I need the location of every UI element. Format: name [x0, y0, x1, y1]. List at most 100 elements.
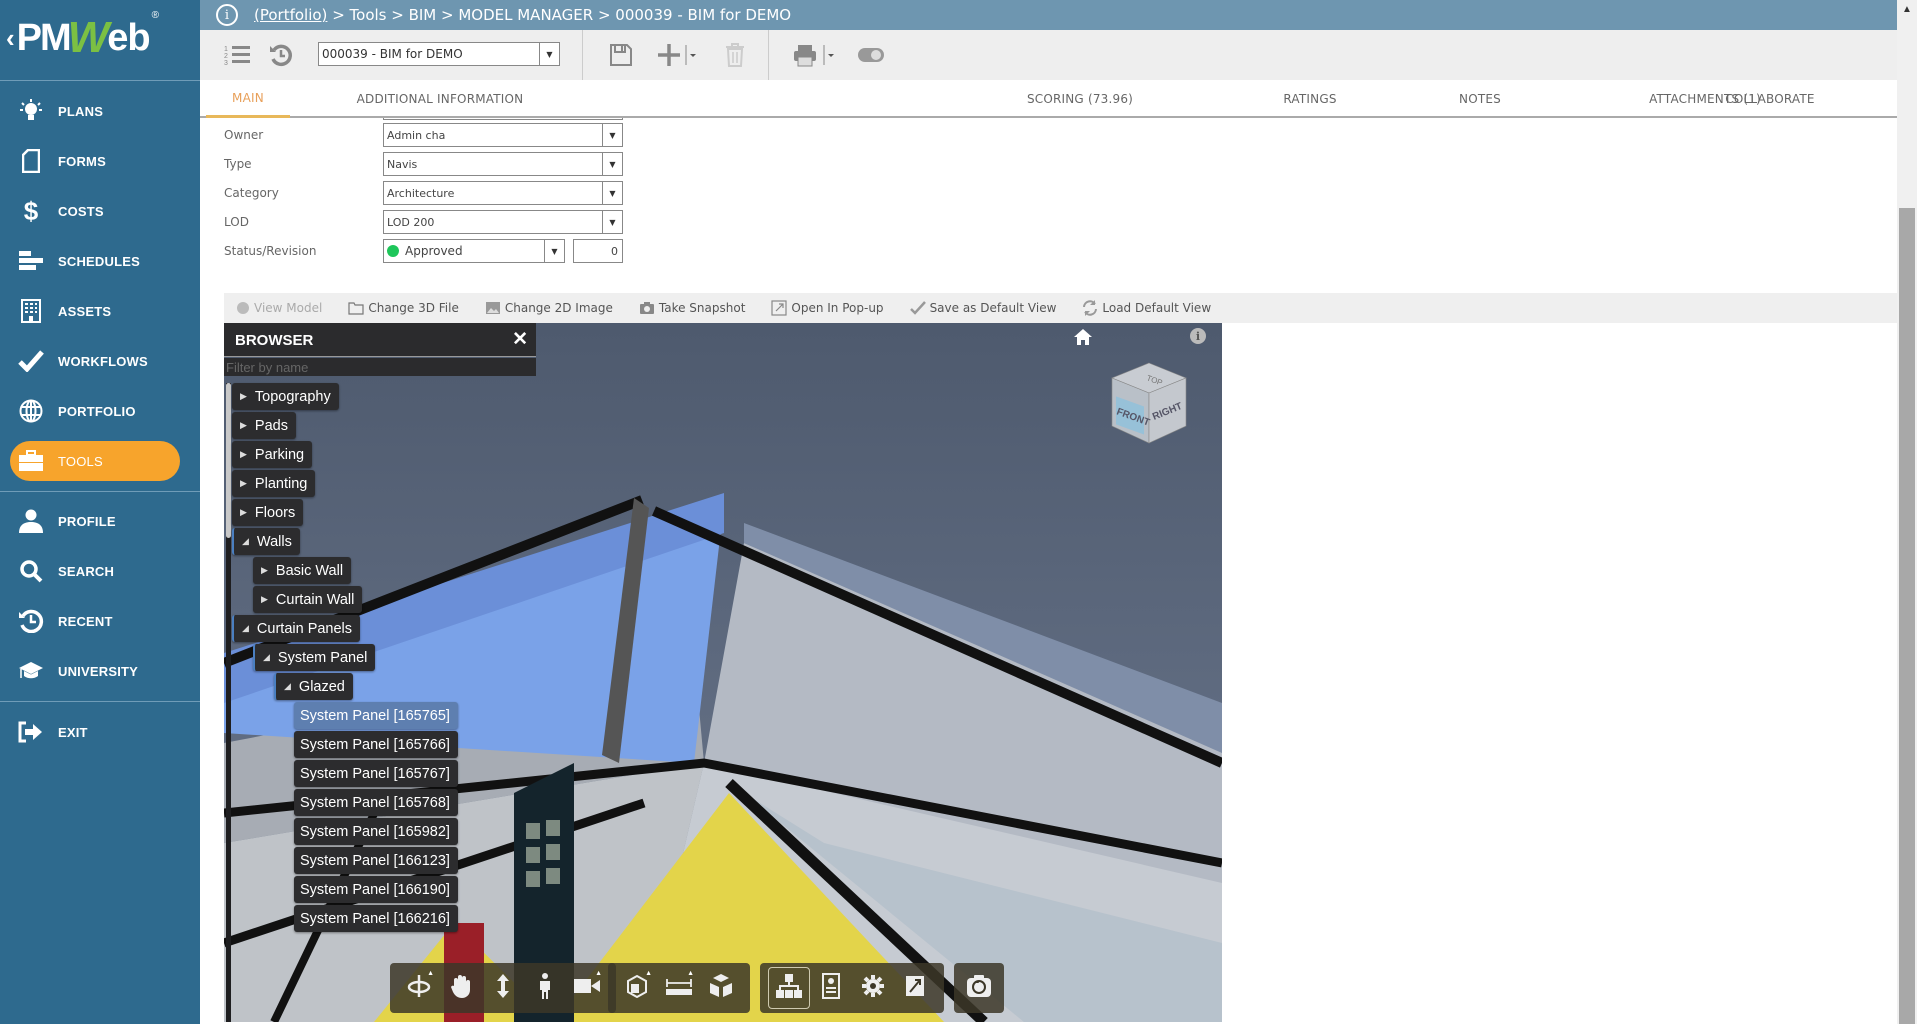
fullscreen-tool[interactable]	[894, 967, 936, 1009]
collapsed-triangle-icon[interactable]: ▶	[240, 420, 247, 431]
zoom-tool[interactable]	[482, 967, 524, 1009]
collapsed-triangle-icon[interactable]: ▶	[261, 565, 268, 576]
tree-leaf-item[interactable]: System Panel [165765]	[294, 702, 458, 729]
tree-node[interactable]: ▶ Curtain Wall	[253, 586, 363, 613]
sidebar-item-tools[interactable]: TOOLS	[10, 441, 180, 481]
owner-select[interactable]: Admin cha ▼	[383, 123, 623, 147]
change-3d-file-button[interactable]: Change 3D File	[348, 301, 459, 315]
tab-ratings[interactable]: RATINGS	[1240, 80, 1380, 118]
save-default-view-button[interactable]: Save as Default View	[909, 301, 1056, 315]
home-icon[interactable]	[1074, 329, 1092, 350]
tree-leaf-item[interactable]: System Panel [166216]	[294, 905, 458, 932]
pmweb-logo[interactable]: ‹ PM W eb ®	[6, 8, 196, 68]
record-select[interactable]: 000039 - BIM for DEMO ▼	[318, 42, 560, 66]
info-icon[interactable]: i	[216, 4, 238, 26]
print-icon[interactable]	[792, 40, 842, 70]
tree-node[interactable]: ◢ Curtain Panels	[232, 615, 361, 642]
tree-node[interactable]: ▶ Floors	[232, 499, 304, 526]
category-select[interactable]: Architecture ▼	[383, 181, 623, 205]
sidebar-item-schedules[interactable]: SCHEDULES	[0, 241, 200, 281]
chevron-down-icon[interactable]: ▼	[602, 153, 622, 175]
model-info-icon[interactable]: i	[1190, 328, 1206, 344]
sidebar-item-recent[interactable]: RECENT	[0, 601, 200, 641]
tree-node[interactable]: ▶ Basic Wall	[253, 557, 352, 584]
tree-node[interactable]: ▶ Planting	[232, 470, 316, 497]
chevron-down-icon[interactable]: ▼	[544, 240, 564, 262]
load-default-view-button[interactable]: Load Default View	[1082, 300, 1211, 316]
history-icon[interactable]	[266, 40, 296, 70]
first-person-tool[interactable]	[524, 967, 566, 1009]
tree-leaf-item[interactable]: System Panel [166190]	[294, 876, 458, 903]
delete-icon[interactable]	[722, 40, 748, 70]
revision-input[interactable]: 0	[573, 239, 623, 263]
tree-node[interactable]: ◢ Walls	[232, 528, 300, 555]
snapshot-tool[interactable]	[958, 967, 1000, 1009]
tree-node[interactable]: ▶ Parking	[232, 441, 313, 468]
status-select[interactable]: Approved ▼	[383, 239, 565, 263]
type-select[interactable]: Navis ▼	[383, 152, 623, 176]
change-2d-image-button[interactable]: Change 2D Image	[485, 301, 613, 315]
tree-leaf-item[interactable]: System Panel [165768]	[294, 789, 458, 816]
close-icon[interactable]: ✕	[512, 328, 528, 351]
page-scrollbar[interactable]: ▲	[1897, 0, 1917, 1024]
tree-leaf-item[interactable]: System Panel [166123]	[294, 847, 458, 874]
open-in-popup-button[interactable]: Open In Pop-up	[771, 300, 884, 316]
camera-tool[interactable]: ▲	[566, 967, 608, 1009]
toggle-icon[interactable]	[856, 40, 886, 70]
pan-tool[interactable]	[440, 967, 482, 1009]
tree-leaf-item[interactable]: System Panel [165766]	[294, 731, 458, 758]
tree-node[interactable]: ▶ Topography	[232, 383, 339, 410]
tree-node[interactable]: ▶ Pads	[232, 412, 296, 439]
model-browser-tool[interactable]	[768, 967, 810, 1009]
tree-leaf-item[interactable]: System Panel [165982]	[294, 818, 458, 845]
sidebar-item-workflows[interactable]: WORKFLOWS	[0, 341, 200, 381]
collapsed-triangle-icon[interactable]: ▶	[240, 391, 247, 402]
sidebar-item-exit[interactable]: EXIT	[0, 712, 200, 752]
browser-filter-input[interactable]	[224, 358, 536, 376]
collapsed-triangle-icon[interactable]: ▶	[240, 478, 247, 489]
3d-viewer[interactable]: BROWSER ✕ ▶ Topography ▶ Pads ▶ Parking ▶ Plant…	[224, 323, 1222, 1022]
chevron-down-icon[interactable]: ▼	[539, 43, 559, 65]
tree-node[interactable]: ◢ System Panel	[253, 644, 376, 671]
take-snapshot-button[interactable]: Take Snapshot	[639, 301, 745, 315]
scroll-up-icon[interactable]: ▲	[1902, 4, 1912, 15]
measure-tool[interactable]: ▲	[658, 967, 700, 1009]
expanded-triangle-icon[interactable]: ◢	[284, 681, 291, 692]
chevron-down-icon[interactable]: ▼	[602, 182, 622, 204]
sidebar-item-forms[interactable]: FORMS	[0, 141, 200, 181]
sidebar-item-plans[interactable]: PLANS	[0, 91, 200, 131]
tab-collaborate[interactable]: COLLABORATE	[1670, 80, 1870, 118]
viewcube[interactable]: TOP FRONT RIGHT	[1104, 358, 1194, 448]
tab-scoring[interactable]: SCORING (73.96)	[970, 80, 1190, 118]
lod-select[interactable]: LOD 200 ▼	[383, 210, 623, 234]
collapsed-triangle-icon[interactable]: ▶	[261, 594, 268, 605]
browser-scrollbar[interactable]	[226, 383, 231, 1022]
add-icon[interactable]	[656, 40, 702, 70]
tab-notes[interactable]: NOTES	[1410, 80, 1550, 118]
properties-tool[interactable]	[810, 967, 852, 1009]
save-icon[interactable]	[606, 40, 636, 70]
sidebar-item-portfolio[interactable]: PORTFOLIO	[0, 391, 200, 431]
sidebar-item-search[interactable]: SEARCH	[0, 551, 200, 591]
expanded-triangle-icon[interactable]: ◢	[263, 652, 270, 663]
breadcrumb-portfolio-link[interactable]: (Portfolio)	[254, 6, 327, 24]
browser-scrollbar-thumb[interactable]	[226, 383, 231, 538]
tab-additional-information[interactable]: ADDITIONAL INFORMATION	[320, 80, 560, 118]
tab-main[interactable]: MAIN	[206, 80, 290, 118]
tree-leaf-item[interactable]: System Panel [165767]	[294, 760, 458, 787]
numbered-list-icon[interactable]: 123	[222, 40, 252, 70]
tree-node[interactable]: ◢ Glazed	[274, 673, 353, 700]
sidebar-item-costs[interactable]: $ COSTS	[0, 191, 200, 231]
page-scrollbar-thumb[interactable]	[1899, 208, 1915, 1024]
sidebar-item-assets[interactable]: ASSETS	[0, 291, 200, 331]
view-model-button[interactable]: View Model	[236, 301, 322, 315]
collapsed-triangle-icon[interactable]: ▶	[240, 449, 247, 460]
expanded-triangle-icon[interactable]: ◢	[242, 536, 249, 547]
orbit-tool[interactable]: ▲	[398, 967, 440, 1009]
explode-tool[interactable]	[700, 967, 742, 1009]
chevron-down-icon[interactable]: ▼	[602, 124, 622, 146]
sidebar-item-profile[interactable]: PROFILE	[0, 501, 200, 541]
expanded-triangle-icon[interactable]: ◢	[242, 623, 249, 634]
collapsed-triangle-icon[interactable]: ▶	[240, 507, 247, 518]
settings-tool[interactable]	[852, 967, 894, 1009]
